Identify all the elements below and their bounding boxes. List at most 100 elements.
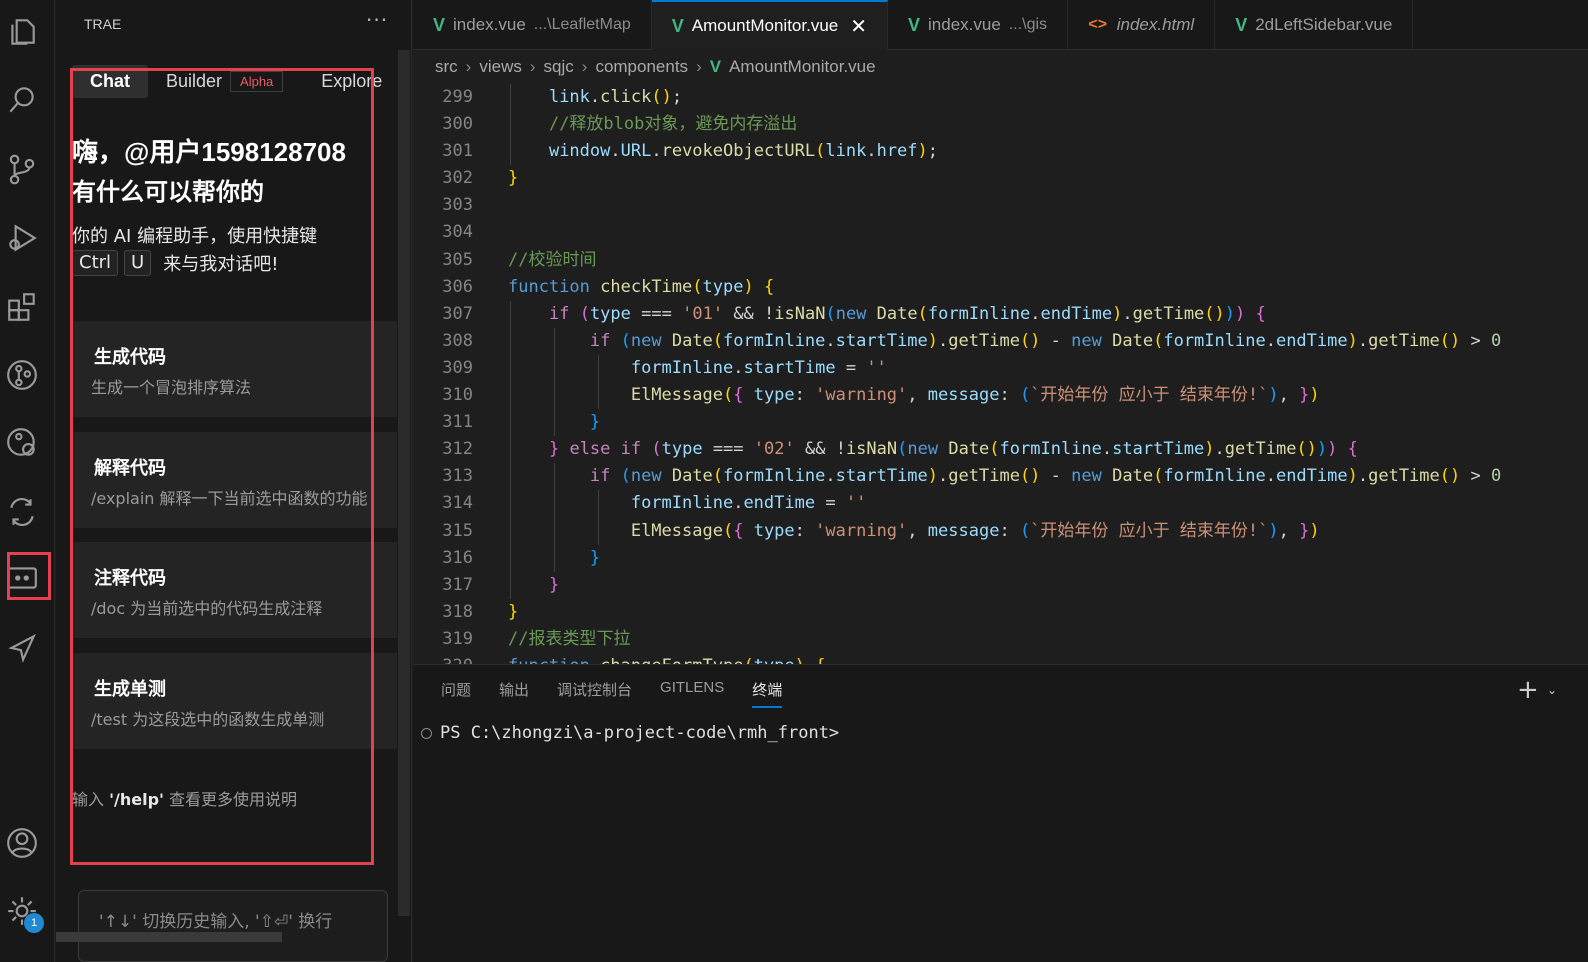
new-terminal-icon[interactable]: +: [1517, 677, 1539, 703]
code-line: 310 ElMessage({ type: 'warning', message…: [413, 382, 1588, 410]
breadcrumb-item[interactable]: sqjc: [544, 57, 574, 77]
code-line: 301 window.URL.revokeObjectURL(link.href…: [413, 138, 1588, 166]
tab-builder[interactable]: Builder: [148, 65, 230, 98]
editor-tab-active[interactable]: V AmountMonitor.vue ✕: [651, 0, 888, 50]
code-line: 316 }: [413, 544, 1588, 572]
tab-explore[interactable]: Explore: [297, 65, 400, 98]
account-icon[interactable]: [4, 825, 40, 861]
tab-name: 2dLeftSidebar.vue: [1255, 15, 1393, 34]
code-line: 320function changeFormType(type) {: [413, 653, 1588, 664]
intro-text: 你的 AI 编程助手，使用快捷键: [72, 226, 318, 247]
vue-file-icon: V: [433, 14, 446, 35]
terminal-prompt[interactable]: PS C:\zhongzi\a-project-code\rmh_front>: [440, 723, 839, 743]
close-icon[interactable]: ✕: [850, 14, 867, 39]
tab-name: index.vue: [453, 15, 526, 34]
tab-description: ...\gis: [1008, 16, 1048, 33]
suggestion-card-doc[interactable]: 注释代码 /doc 为当前选中的代码生成注释: [72, 542, 397, 638]
code-line: 307 if (type === '01' && !isNaN(new Date…: [413, 300, 1588, 328]
code-line: 311 }: [413, 409, 1588, 437]
breadcrumb-item[interactable]: components: [595, 57, 688, 77]
suggestion-card-generate[interactable]: 生成代码 生成一个冒泡排序算法: [72, 321, 397, 417]
breadcrumb-item[interactable]: src: [435, 57, 458, 77]
html-file-icon: <>: [1088, 16, 1107, 33]
tab-terminal[interactable]: 终端: [752, 679, 783, 708]
tab-name: index.html: [1116, 15, 1195, 34]
help-suffix: 查看更多使用说明: [163, 790, 298, 809]
explorer-icon[interactable]: [4, 14, 40, 50]
vue-file-icon: V: [671, 15, 684, 36]
tab-debug-console[interactable]: 调试控制台: [557, 679, 632, 708]
shortcut-hint-text: 来与我对话吧!: [163, 254, 279, 275]
tab-description: ...\LeafletMap: [533, 16, 631, 33]
help-command: '/help': [109, 790, 164, 809]
code-line: 314 formInline.endTime = '': [413, 490, 1588, 518]
code-line: 317 }: [413, 571, 1588, 599]
diff-icon[interactable]: [4, 494, 40, 530]
code-line: 319//报表类型下拉: [442, 628, 631, 649]
tab-name: AmountMonitor.vue: [691, 16, 839, 35]
tab-name: index.vue: [928, 15, 1001, 34]
activity-bar: 1: [0, 0, 55, 962]
breadcrumb-item[interactable]: views: [479, 57, 522, 77]
card-subtitle: /test 为这段选中的函数生成单测: [91, 710, 325, 729]
code-line: 318}: [442, 601, 519, 622]
shortcut-hint: Ctrl U 来与我对话吧!: [72, 250, 278, 276]
vue-file-icon: V: [1235, 14, 1248, 35]
alpha-badge: Alpha: [230, 70, 284, 92]
editor-tab[interactable]: V index.vue ...\LeafletMap: [413, 0, 652, 50]
code-line: 306 function checkTime(type) {: [442, 276, 775, 297]
code-line: 299 link.click();: [413, 84, 1588, 112]
greeting-subtitle: 有什么可以帮你的: [72, 179, 264, 206]
bottom-panel: 问题 输出 调试控制台 GITLENS 终端 + ⌄ PS C:\zhongzi…: [413, 664, 1588, 962]
code-line: 302}: [442, 168, 519, 189]
code-line: 313 if (new Date(formInline.startTime).g…: [413, 463, 1588, 491]
source-control-icon[interactable]: [4, 151, 40, 187]
greeting-title: 嗨，@用户1598128708: [72, 137, 346, 167]
editor-tab[interactable]: V index.vue ...\gis: [888, 0, 1069, 50]
code-line: 312 } else if (type === '02' && !isNaN(n…: [413, 436, 1588, 464]
card-subtitle: /doc 为当前选中的代码生成注释: [91, 599, 323, 618]
ctrl-key: Ctrl: [72, 250, 119, 276]
u-key: U: [124, 250, 152, 276]
tab-problems[interactable]: 问题: [441, 679, 471, 708]
vue-file-icon: V: [709, 57, 722, 76]
code-line: 309 formInline.startTime = '': [413, 354, 1588, 383]
tab-gitlens[interactable]: GITLENS: [660, 679, 724, 708]
tab-output[interactable]: 输出: [499, 679, 529, 708]
code-line: 305//校验时间: [442, 249, 597, 270]
code-line: 315 ElMessage({ type: 'warning', message…: [413, 517, 1588, 545]
editor-tab[interactable]: <> index.html: [1068, 0, 1216, 50]
card-title: 生成代码: [94, 347, 166, 368]
suggestion-card-test[interactable]: 生成单测 /test 为这段选中的函数生成单测: [72, 653, 397, 749]
card-title: 生成单测: [94, 679, 166, 700]
gitlens-icon[interactable]: [4, 357, 40, 393]
card-subtitle: /explain 解释一下当前选中函数的功能: [91, 489, 368, 508]
side-panel-scrollbar[interactable]: [398, 50, 410, 916]
chat-input[interactable]: '↑↓' 切换历史输入, '⇧⏎' 换行: [78, 890, 388, 962]
terminal-status-icon: [421, 728, 432, 739]
horizontal-scrollbar[interactable]: [56, 932, 282, 942]
chevron-down-icon[interactable]: ⌄: [1547, 683, 1557, 697]
editor-tab[interactable]: V 2dLeftSidebar.vue: [1215, 0, 1414, 50]
send-icon[interactable]: [4, 630, 40, 666]
code-line: 300 //释放blob对象，避免内存溢出: [413, 111, 1588, 139]
gitlens-inspect-icon[interactable]: [4, 425, 40, 461]
chat-mode-tabs: Chat Builder Alpha Explore: [72, 62, 402, 100]
tab-chat[interactable]: Chat: [72, 64, 148, 98]
chat-input-placeholder: '↑↓' 切换历史输入, '⇧⏎' 换行: [99, 912, 333, 932]
code-line: 304: [442, 222, 473, 243]
active-icon-highlight: [7, 552, 51, 600]
more-actions-icon[interactable]: ···: [366, 8, 388, 32]
card-subtitle: 生成一个冒泡排序算法: [91, 378, 252, 397]
code-line: 303: [442, 195, 473, 216]
breadcrumb-item[interactable]: AmountMonitor.vue: [729, 57, 875, 77]
extensions-icon[interactable]: [4, 289, 40, 325]
run-debug-icon[interactable]: [4, 220, 40, 256]
search-icon[interactable]: [4, 82, 40, 118]
help-prefix: 输入: [72, 790, 110, 809]
code-editor[interactable]: 299 link.click(); 300 //释放blob对象，避免内存溢出 …: [413, 84, 1588, 664]
card-title: 解释代码: [94, 458, 166, 479]
trae-side-panel: TRAE ··· Chat Builder Alpha Explore 嗨，@用…: [56, 0, 412, 962]
vue-file-icon: V: [908, 14, 921, 35]
suggestion-card-explain[interactable]: 解释代码 /explain 解释一下当前选中函数的功能: [72, 432, 397, 528]
